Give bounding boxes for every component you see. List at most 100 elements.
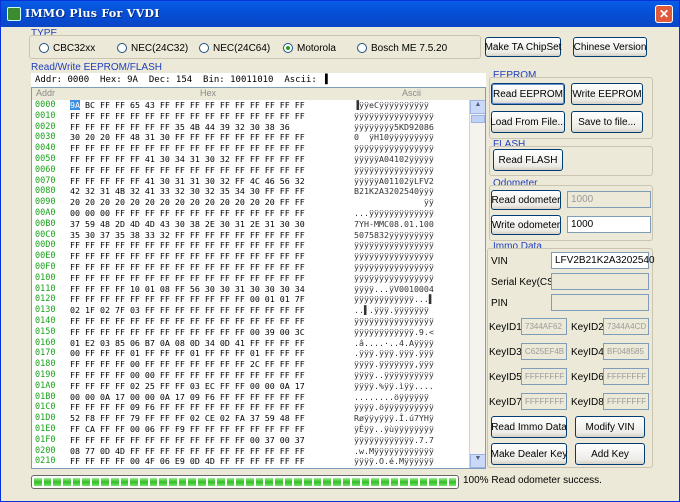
hex-scrollbar[interactable]: ▲ ▼ xyxy=(469,100,485,468)
row-hex-bytes[interactable]: FF FF FF FF 02 25 FF FF 03 EC FF FF 00 0… xyxy=(70,381,352,392)
row-hex-bytes[interactable]: FF FF FF FF FF FF FF FF FF FF FF FF FF F… xyxy=(70,240,352,251)
row-ascii[interactable]: ÿÿÿÿÿÿÿÿÿÿÿÿÿÿÿÿ xyxy=(354,165,464,176)
row-hex-bytes[interactable]: FF FF FF FF FF 41 30 34 31 30 32 FF FF F… xyxy=(70,154,352,165)
read-immo-data-button[interactable]: Read Immo Data xyxy=(491,416,567,438)
radio-cbc32xx[interactable]: CBC32xx xyxy=(39,41,95,55)
write-odometer-button[interactable]: Write odometer xyxy=(491,215,561,235)
row-ascii[interactable]: ▐ÿÿeCÿÿÿÿÿÿÿÿÿÿ xyxy=(354,100,464,111)
row-ascii[interactable]: ÿÿÿÿ.ÿÿÿÿÿÿÿ,ÿÿÿ xyxy=(354,359,464,370)
scroll-thumb[interactable] xyxy=(471,115,485,123)
row-ascii[interactable]: 7YH-MMC08.01.100 xyxy=(354,219,464,230)
row-ascii[interactable]: ÿÿÿÿ.öÿÿÿÿÿÿÿÿÿÿ xyxy=(354,402,464,413)
row-hex-bytes[interactable]: FF FF FF FF FF FF FF FF FF FF FF FF FF F… xyxy=(70,316,352,327)
row-ascii[interactable]: ÿÿÿÿÿÿÿÿÿÿÿÿÿÿÿÿ xyxy=(354,273,464,284)
row-ascii[interactable]: .ÿÿÿ.ÿÿÿ.ÿÿÿ.ÿÿÿ xyxy=(354,348,464,359)
row-hex-bytes[interactable]: FF CA FF FF 00 06 FF F9 FF FF FF FF FF F… xyxy=(70,424,352,435)
row-ascii[interactable]: ÿÿÿÿ.O.é.Mÿÿÿÿÿÿ xyxy=(354,456,464,467)
row-ascii[interactable]: ÿÿ xyxy=(354,197,464,208)
row-ascii[interactable]: ÿÿÿÿ..ÿÿÿÿÿÿÿÿÿÿ xyxy=(354,370,464,381)
row-ascii[interactable]: ..▌.ÿÿÿ.ÿÿÿÿÿÿÿ xyxy=(354,305,464,316)
write-eeprom-button[interactable]: Write EEPROM xyxy=(571,83,643,105)
row-ascii[interactable]: ÿÿÿÿ...ÿV0010004 xyxy=(354,284,464,295)
load-from-file-button[interactable]: Load From File... xyxy=(490,111,566,133)
row-ascii[interactable]: ÿÿÿÿÿA04102ÿÿÿÿÿ xyxy=(354,154,464,165)
modify-vin-button[interactable]: Modify VIN xyxy=(575,416,645,438)
row-ascii[interactable]: ÿÿÿÿÿÿÿÿÿÿÿÿÿÿÿÿ xyxy=(354,316,464,327)
row-ascii[interactable]: .w.Mÿÿÿÿÿÿÿÿÿÿÿÿ xyxy=(354,446,464,457)
row-hex-bytes[interactable]: 02 1F 02 7F 03 FF FF FF FF FF FF FF FF F… xyxy=(70,305,352,316)
row-hex-bytes[interactable]: FF FF FF FF 00 00 FF FF FF FF FF FF FF F… xyxy=(70,370,352,381)
row-hex-bytes[interactable]: FF FF FF FF FF FF FF FF FF FF FF FF 00 3… xyxy=(70,327,352,338)
row-hex-bytes[interactable]: 20 20 20 20 20 20 20 20 20 20 20 20 20 2… xyxy=(70,197,352,208)
row-ascii[interactable]: ........öÿÿÿÿÿÿ xyxy=(354,392,464,403)
row-ascii[interactable]: 0 ÿH10ÿÿÿÿÿÿÿÿÿ xyxy=(354,132,464,143)
read-flash-button[interactable]: Read FLASH xyxy=(493,149,563,171)
odometer-write-field[interactable]: 1000 xyxy=(567,216,651,233)
row-ascii[interactable]: ÿÿÿÿÿÿÿÿ5KD92086 xyxy=(354,122,464,133)
row-hex-bytes[interactable]: FF FF FF FF FF 41 30 31 31 30 32 FF 4C 4… xyxy=(70,176,352,187)
row-ascii[interactable]: ÿÿÿÿÿÿÿÿÿÿÿÿÿÿÿÿ xyxy=(354,111,464,122)
row-ascii[interactable]: ÿÿÿÿÿÿÿÿÿÿÿÿÿÿÿÿ xyxy=(354,240,464,251)
close-icon[interactable]: ✕ xyxy=(655,5,673,23)
selected-byte[interactable]: 9A xyxy=(70,100,80,110)
row-ascii[interactable]: .â....·..4.Aÿÿÿÿ xyxy=(354,338,464,349)
chinese-version-button[interactable]: Chinese Version xyxy=(573,37,647,57)
row-ascii[interactable]: ÿÿÿÿÿÿÿÿÿÿÿÿ.7.7 xyxy=(354,435,464,446)
row-ascii[interactable]: ÿÿÿÿÿÿÿÿÿÿÿÿÿÿÿÿ xyxy=(354,251,464,262)
row-ascii[interactable]: Røÿÿyÿÿÿ.Î.ú7YHÿ xyxy=(354,413,464,424)
row-ascii[interactable]: ÿÿÿÿÿÿÿÿÿÿÿÿÿÿÿÿ xyxy=(354,262,464,273)
radio-nec24c32[interactable]: NEC(24C32) xyxy=(117,41,188,55)
read-eeprom-button[interactable]: Read EEPROM xyxy=(491,83,565,105)
row-ascii[interactable]: B21K2A3202540ÿÿÿ xyxy=(354,186,464,197)
row-ascii[interactable]: ÿÊÿÿ..ÿùÿÿÿÿÿÿÿÿ xyxy=(354,424,464,435)
row-ascii[interactable]: 5075832ÿÿÿÿÿÿÿÿÿ xyxy=(354,230,464,241)
row-hex-bytes[interactable]: FF FF FF FF FF FF FF FF FF FF FF FF FF F… xyxy=(70,273,352,284)
row-ascii[interactable]: ÿÿÿÿÿÿÿÿÿÿÿÿÿÿÿÿ xyxy=(354,143,464,154)
row-hex-bytes[interactable]: FF FF FF FF 00 FF FF FF FF FF FF FF 2C F… xyxy=(70,359,352,370)
row-hex-bytes[interactable]: 9A BC FF FF 65 43 FF FF FF FF FF FF FF F… xyxy=(70,100,352,111)
row-hex-bytes[interactable]: 30 20 20 FF 48 31 30 FF FF FF FF FF FF F… xyxy=(70,132,352,143)
row-hex-bytes[interactable]: FF FF FF FF FF FF FF FF FF FF FF FF FF F… xyxy=(70,165,352,176)
row-hex-bytes[interactable]: FF FF FF FF FF FF FF FF FF FF FF FF FF F… xyxy=(70,143,352,154)
save-to-file-button[interactable]: Save to file... xyxy=(571,111,643,133)
row-hex-bytes[interactable]: 42 32 31 4B 32 41 33 32 30 32 35 34 30 F… xyxy=(70,186,352,197)
radio-motorola[interactable]: Motorola xyxy=(283,41,336,55)
row-hex-bytes[interactable]: FF FF FF FF FF FF FF FF FF FF FF FF 00 3… xyxy=(70,435,352,446)
row-ascii[interactable]: ...ÿÿÿÿÿÿÿÿÿÿÿÿÿ xyxy=(354,208,464,219)
row-ascii[interactable]: ÿÿÿÿ.%ÿÿ.ìÿÿ.... xyxy=(354,381,464,392)
row-ascii[interactable]: ÿÿÿÿÿÿÿÿÿÿÿÿ...▌ xyxy=(354,294,464,305)
row-hex-bytes[interactable]: 00 00 00 FF FF FF FF FF FF FF FF FF FF F… xyxy=(70,208,352,219)
add-key-button[interactable]: Add Key xyxy=(575,443,645,465)
vin-field[interactable]: LFV2B21K2A3202540 xyxy=(551,252,655,269)
make-ta-chipset-button[interactable]: Make TA ChipSet xyxy=(485,37,561,57)
row-hex-bytes[interactable]: FF FF FF FF FF FF FF 35 4B 44 39 32 30 3… xyxy=(70,122,352,133)
hex-editor[interactable]: Addr Hex Ascii 0000 0010 0020 0030 0040 0050 0… xyxy=(31,87,486,469)
row-hex-bytes[interactable]: 37 59 48 2D 4D 4D 43 30 38 2E 30 31 2E 3… xyxy=(70,219,352,230)
row-hex-bytes[interactable]: 00 FF FF FF 01 FF FF FF 01 FF FF FF 01 F… xyxy=(70,348,352,359)
scroll-down-icon[interactable]: ▼ xyxy=(470,454,485,468)
row-hex-bytes[interactable]: FF FF FF FF 00 4F 06 E9 0D 4D FF FF FF F… xyxy=(70,456,352,467)
row-hex-bytes[interactable]: FF FF FF FF FF FF FF FF FF FF FF FF FF F… xyxy=(70,262,352,273)
row-hex-bytes[interactable]: 52 F8 FF FF 79 FF FF FF 02 CE 02 FA 37 5… xyxy=(70,413,352,424)
read-odometer-button[interactable]: Read odometer xyxy=(491,190,561,210)
row-hex-bytes[interactable]: FF FF FF FF FF FF FF FF FF FF FF FF 00 0… xyxy=(70,294,352,305)
row-ascii[interactable]: ÿÿÿÿÿÿÿÿÿÿÿÿ.9.< xyxy=(354,327,464,338)
row-hex-bytes[interactable]: FF FF FF FF FF FF FF FF FF FF FF FF FF F… xyxy=(70,111,352,122)
radio-bosch[interactable]: Bosch ME 7.5.20 xyxy=(357,41,447,55)
row-hex-bytes[interactable]: FF FF FF FF 09 F6 FF FF FF FF FF FF FF F… xyxy=(70,402,352,413)
make-dealer-key-button[interactable]: Make Dealer Key xyxy=(491,443,567,465)
row-hex-bytes[interactable]: 00 00 0A 17 00 00 0A 17 09 F6 FF FF FF F… xyxy=(70,392,352,403)
row-hex-bytes[interactable]: FF FF FF FF 10 01 08 FF 56 30 30 31 30 3… xyxy=(70,284,352,295)
scroll-up-icon[interactable]: ▲ xyxy=(470,100,485,114)
row-hex-bytes[interactable]: 08 77 0D 4D FF FF FF FF FF FF FF FF FF F… xyxy=(70,446,352,457)
hex-column[interactable]: 9A BC FF FF 65 43 FF FF FF FF FF FF FF F… xyxy=(70,100,352,467)
row-ascii[interactable]: ÿÿÿÿÿA01102ÿLFV2 xyxy=(354,176,464,187)
radio-nec24c64[interactable]: NEC(24C64) xyxy=(199,41,270,55)
row-hex-bytes[interactable]: FF FF FF FF FF FF FF FF FF FF FF FF FF F… xyxy=(70,251,352,262)
row-address: 0060 xyxy=(35,164,56,175)
progress-segment xyxy=(101,478,110,486)
title-bar[interactable]: IMMO Plus For VVDI ✕ xyxy=(1,1,679,27)
ascii-column[interactable]: ▐ÿÿeCÿÿÿÿÿÿÿÿÿÿ ÿÿÿÿÿÿÿÿÿÿÿÿÿÿÿÿ ÿÿÿÿÿÿÿÿ5… xyxy=(354,100,464,467)
row-hex-bytes[interactable]: 35 30 37 35 38 33 32 FF FF FF FF FF FF F… xyxy=(70,230,352,241)
row-hex-bytes[interactable]: 01 E2 03 85 06 B7 0A 08 0D 34 0D 41 FF F… xyxy=(70,338,352,349)
